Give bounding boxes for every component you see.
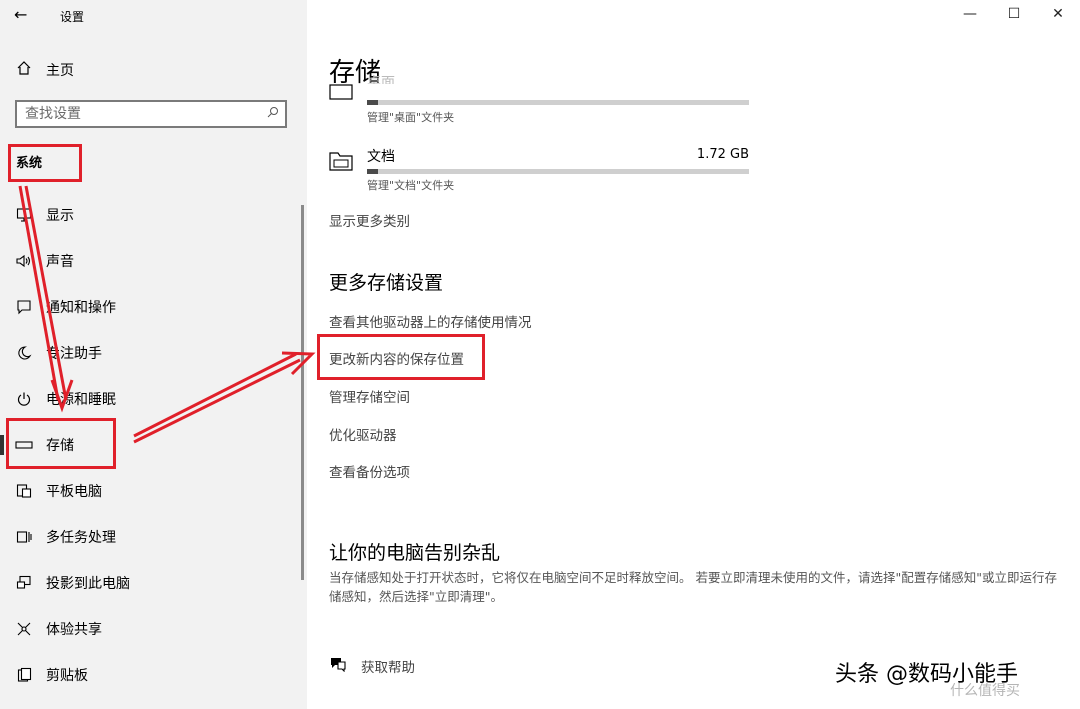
monitor-icon bbox=[329, 84, 353, 104]
minimize-icon: — bbox=[963, 6, 977, 22]
category-name: 桌面 bbox=[367, 75, 395, 84]
minimize-button[interactable]: — bbox=[960, 6, 980, 22]
search-input[interactable] bbox=[25, 105, 255, 123]
tablet-icon bbox=[14, 481, 34, 501]
moon-icon bbox=[14, 343, 34, 363]
declutter-heading: 让你的电脑告别杂乱 bbox=[329, 542, 501, 564]
annotation-box-system bbox=[8, 144, 82, 182]
category-desktop[interactable]: 桌面 管理"桌面"文件夹 bbox=[329, 75, 749, 126]
get-help-link[interactable]: 获取帮助 bbox=[329, 656, 415, 676]
sidebar-item-home[interactable]: 主页 bbox=[14, 58, 74, 82]
sidebar: ← 设置 主页 系统 显示 声音 通知和操作 专注助 bbox=[0, 0, 307, 709]
maximize-icon: ☐ bbox=[1007, 6, 1021, 22]
monitor-icon bbox=[14, 205, 34, 225]
sidebar-item-shared[interactable]: 体验共享 bbox=[0, 611, 300, 647]
selection-indicator bbox=[0, 435, 4, 455]
view-other-drives-link[interactable]: 查看其他驱动器上的存储使用情况 bbox=[329, 311, 532, 331]
sidebar-item-label: 显示 bbox=[46, 208, 74, 224]
category-size: 1.72 GB bbox=[696, 147, 749, 162]
sidebar-item-clipboard[interactable]: 剪贴板 bbox=[0, 657, 300, 693]
maximize-button[interactable]: ☐ bbox=[1004, 6, 1024, 22]
sidebar-item-label: 投影到此电脑 bbox=[46, 576, 130, 592]
sidebar-item-label: 通知和操作 bbox=[46, 300, 116, 316]
sidebar-item-power[interactable]: 电源和睡眠 bbox=[0, 381, 300, 417]
sidebar-item-label: 平板电脑 bbox=[46, 484, 102, 500]
search-icon[interactable] bbox=[267, 106, 279, 122]
annotation-box-save-location bbox=[317, 334, 485, 380]
clipboard-icon bbox=[14, 665, 34, 685]
sidebar-item-focus-assist[interactable]: 专注助手 bbox=[0, 335, 300, 371]
close-button[interactable]: ✕ bbox=[1048, 6, 1068, 22]
sidebar-item-display[interactable]: 显示 bbox=[0, 197, 300, 233]
sidebar-item-multitasking[interactable]: 多任务处理 bbox=[0, 519, 300, 555]
usage-bar bbox=[367, 100, 749, 105]
share-icon bbox=[14, 619, 34, 639]
manage-storage-spaces-link[interactable]: 管理存储空间 bbox=[329, 386, 410, 406]
sidebar-item-label: 声音 bbox=[46, 254, 74, 270]
sidebar-item-label: 体验共享 bbox=[46, 622, 102, 638]
sidebar-item-label: 主页 bbox=[46, 63, 74, 79]
category-name: 文档 bbox=[367, 149, 395, 165]
home-icon bbox=[14, 60, 34, 80]
search-box[interactable] bbox=[15, 100, 287, 128]
help-chat-icon bbox=[329, 656, 349, 676]
project-icon bbox=[14, 573, 34, 593]
view-backup-options-link[interactable]: 查看备份选项 bbox=[329, 461, 410, 481]
power-icon bbox=[14, 389, 34, 409]
category-description: 管理"文档"文件夹 bbox=[367, 179, 455, 192]
optimize-drives-link[interactable]: 优化驱动器 bbox=[329, 424, 397, 444]
sidebar-item-label: 剪贴板 bbox=[46, 668, 88, 684]
more-storage-settings-heading: 更多存储设置 bbox=[329, 272, 444, 294]
sidebar-item-project[interactable]: 投影到此电脑 bbox=[0, 565, 300, 601]
show-more-categories-link[interactable]: 显示更多类别 bbox=[329, 210, 410, 230]
sidebar-item-tablet[interactable]: 平板电脑 bbox=[0, 473, 300, 509]
sidebar-scrollbar[interactable] bbox=[301, 205, 304, 580]
close-icon: ✕ bbox=[1052, 6, 1064, 22]
sidebar-item-label: 电源和睡眠 bbox=[46, 392, 116, 408]
get-help-label: 获取帮助 bbox=[361, 660, 415, 676]
category-description: 管理"桌面"文件夹 bbox=[367, 111, 455, 124]
sidebar-item-sound[interactable]: 声音 bbox=[0, 243, 300, 279]
category-documents[interactable]: 文档 1.72 GB 管理"文档"文件夹 bbox=[329, 144, 749, 194]
app-title: 设置 bbox=[60, 10, 85, 24]
sidebar-item-notifications[interactable]: 通知和操作 bbox=[0, 289, 300, 325]
usage-bar bbox=[367, 169, 749, 174]
watermark-subtext: 什么值得买 bbox=[950, 683, 1020, 699]
folder-icon bbox=[329, 150, 353, 171]
annotation-box-storage bbox=[6, 418, 116, 469]
sidebar-item-label: 专注助手 bbox=[46, 346, 102, 362]
declutter-description: 当存储感知处于打开状态时，它将仅在电脑空间不足时释放空间。 若要立即清理未使用的… bbox=[329, 570, 1057, 604]
notification-icon bbox=[14, 297, 34, 317]
speaker-icon bbox=[14, 251, 34, 271]
sidebar-item-label: 多任务处理 bbox=[46, 530, 116, 546]
multitask-icon bbox=[14, 527, 34, 547]
arrow-left-icon: ← bbox=[14, 5, 28, 24]
back-button[interactable]: ← bbox=[14, 5, 34, 25]
